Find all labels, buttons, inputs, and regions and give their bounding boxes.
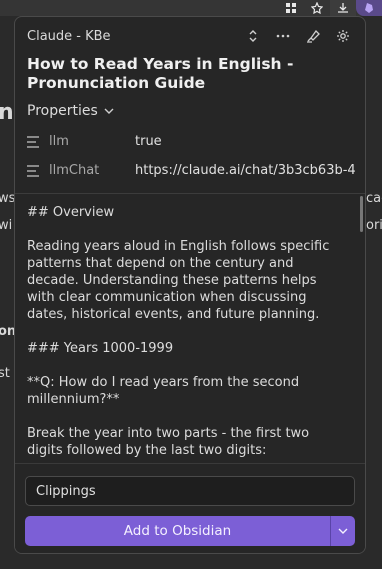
background-text-fragment: cac [366,191,382,206]
content-line: ### Years 1000-1999 [27,341,174,356]
content-line: **Q: How do I read years from the second… [27,375,304,407]
background-text-fragment: ori [366,218,382,233]
properties-label: Properties [27,103,98,119]
popup-footer: Add to Obsidian [15,463,365,553]
property-row[interactable]: llm true [15,127,365,156]
vault-name[interactable]: Claude - KBe [27,29,243,44]
property-value[interactable]: true [135,134,357,149]
folder-input[interactable] [25,476,355,506]
content-line: Break the year into two parts - the firs… [27,426,314,458]
popup-header: Claude - KBe [15,17,365,55]
text-property-icon [27,135,41,148]
property-key: llm [49,134,69,149]
content-scrollbar[interactable] [360,196,363,232]
text-property-icon [27,164,41,177]
browser-toolbar [0,0,382,16]
note-content[interactable]: ## Overview Reading years aloud in Engli… [15,194,353,459]
web-clipper-popup: Claude - KBe How to Read Years in Englis… [14,16,366,554]
download-icon[interactable] [330,0,356,16]
chevron-down-icon [104,108,114,114]
property-key: llmChat [49,163,100,178]
add-options-button[interactable] [331,516,355,546]
property-value[interactable]: https://claude.ai/chat/3b3cb63b-4 [135,163,357,178]
background-text-fragment: wi [0,218,13,233]
settings-icon[interactable] [333,26,353,46]
obsidian-extension-icon[interactable] [356,0,382,16]
note-content-area[interactable]: ## Overview Reading years aloud in Engli… [15,194,365,464]
content-line: Reading years aloud in English follows s… [27,239,334,322]
content-line: ## Overview [27,205,115,220]
more-icon[interactable] [273,26,293,46]
note-title[interactable]: How to Read Years in English - Pronuncia… [15,55,365,93]
star-icon[interactable] [304,0,330,16]
chevron-down-icon [338,528,348,534]
chevron-updown-icon[interactable] [243,26,263,46]
property-row[interactable]: llmChat https://claude.ai/chat/3b3cb63b-… [15,156,365,185]
highlighter-icon[interactable] [303,26,323,46]
properties-toggle[interactable]: Properties [15,93,365,121]
properties-list: llm true llmChat https://claude.ai/chat/… [15,127,365,185]
add-button-group: Add to Obsidian [25,516,355,546]
add-to-obsidian-button[interactable]: Add to Obsidian [25,516,330,546]
background-text-fragment: st [0,366,10,381]
grid-icon[interactable] [278,0,304,16]
